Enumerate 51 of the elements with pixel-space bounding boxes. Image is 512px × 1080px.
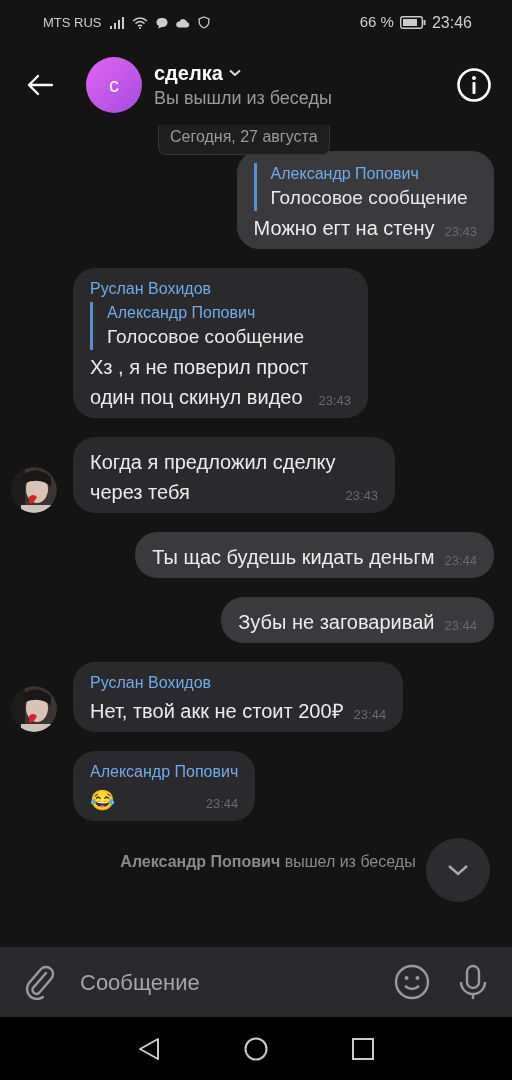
message-text: Нет, твой акк не стоит 200₽ (90, 699, 344, 724)
paperclip-icon[interactable] (24, 964, 56, 1000)
message-bubble[interactable]: Александр Попович 😂 23:44 (73, 751, 256, 821)
sender-name: Руслан Вохидов (90, 279, 213, 299)
message-time: 23:44 (205, 795, 239, 813)
message-time: 23:43 (345, 487, 379, 505)
sender-name: Руслан Вохидов (90, 673, 213, 693)
cloud-icon (175, 17, 190, 28)
quoted-author: Александр Попович (107, 303, 257, 323)
message-bubble[interactable]: Руслан Вохидов Александр Попович Голосовое сообщение Хз , я не поверил прост один поц скинул видео 23:43 (73, 268, 369, 418)
info-button[interactable] (456, 67, 492, 103)
message-text: Хз , я не поверил прост один поц скинул видео (90, 355, 309, 410)
message-bubble[interactable]: Руслан Вохидов Нет, твой акк не стоит 200₽ 23:44 (73, 662, 404, 732)
chat-subtitle: Вы вышли из беседы (154, 87, 333, 110)
quoted-message[interactable]: Александр Попович Голосовое сообщение (90, 302, 352, 350)
microphone-icon[interactable] (458, 964, 488, 1000)
wifi-icon (131, 16, 148, 29)
carrier-name: MTS RUS (43, 13, 102, 32)
battery-percent: 66 % (359, 12, 394, 33)
chevron-down-icon[interactable] (228, 69, 241, 77)
clock: 23:46 (431, 12, 472, 33)
message-text: Ты щас будешь кидать деньгм (152, 545, 435, 570)
service-message: Александр Попович вышел из беседы (120, 852, 416, 872)
battery-icon (399, 16, 426, 29)
nav-home-icon[interactable] (244, 1036, 268, 1061)
quoted-message[interactable]: Александр Попович Голосовое сообщение (253, 163, 477, 211)
message-text: Когда я предложил сделку через тебя (90, 450, 336, 505)
message-text: Можно егт на стену (253, 216, 435, 241)
message-text: Зубы не заговаривай (238, 610, 435, 635)
message-input[interactable]: Сообщение (80, 965, 386, 999)
nav-back-icon[interactable] (138, 1036, 160, 1061)
back-arrow-icon (26, 73, 54, 97)
chat-title[interactable]: сделка (154, 60, 223, 86)
chat-icon (155, 16, 168, 29)
nav-recents-icon[interactable] (352, 1037, 374, 1060)
chat-avatar[interactable]: с (86, 57, 142, 113)
message-text: 😂 (90, 788, 115, 813)
message-bubble[interactable]: Когда я предложил сделку через тебя 23:43 (73, 437, 396, 513)
info-icon (456, 67, 492, 103)
shield-icon (197, 16, 210, 29)
date-pill: Сегодня, 27 августа (158, 125, 330, 155)
composer-bar[interactable]: Сообщение (0, 947, 512, 1017)
message-time: 23:43 (318, 392, 352, 410)
quoted-text: Голосовое сообщение (107, 325, 305, 349)
chevron-down-icon (447, 864, 469, 876)
sender-name: Александр Попович (90, 762, 239, 782)
quoted-text: Голосовое сообщение (270, 186, 469, 210)
signal-icon (109, 16, 124, 29)
emoji-icon[interactable] (394, 964, 430, 1000)
quoted-author: Александр Попович (270, 164, 420, 184)
message-time: 23:44 (353, 706, 387, 724)
